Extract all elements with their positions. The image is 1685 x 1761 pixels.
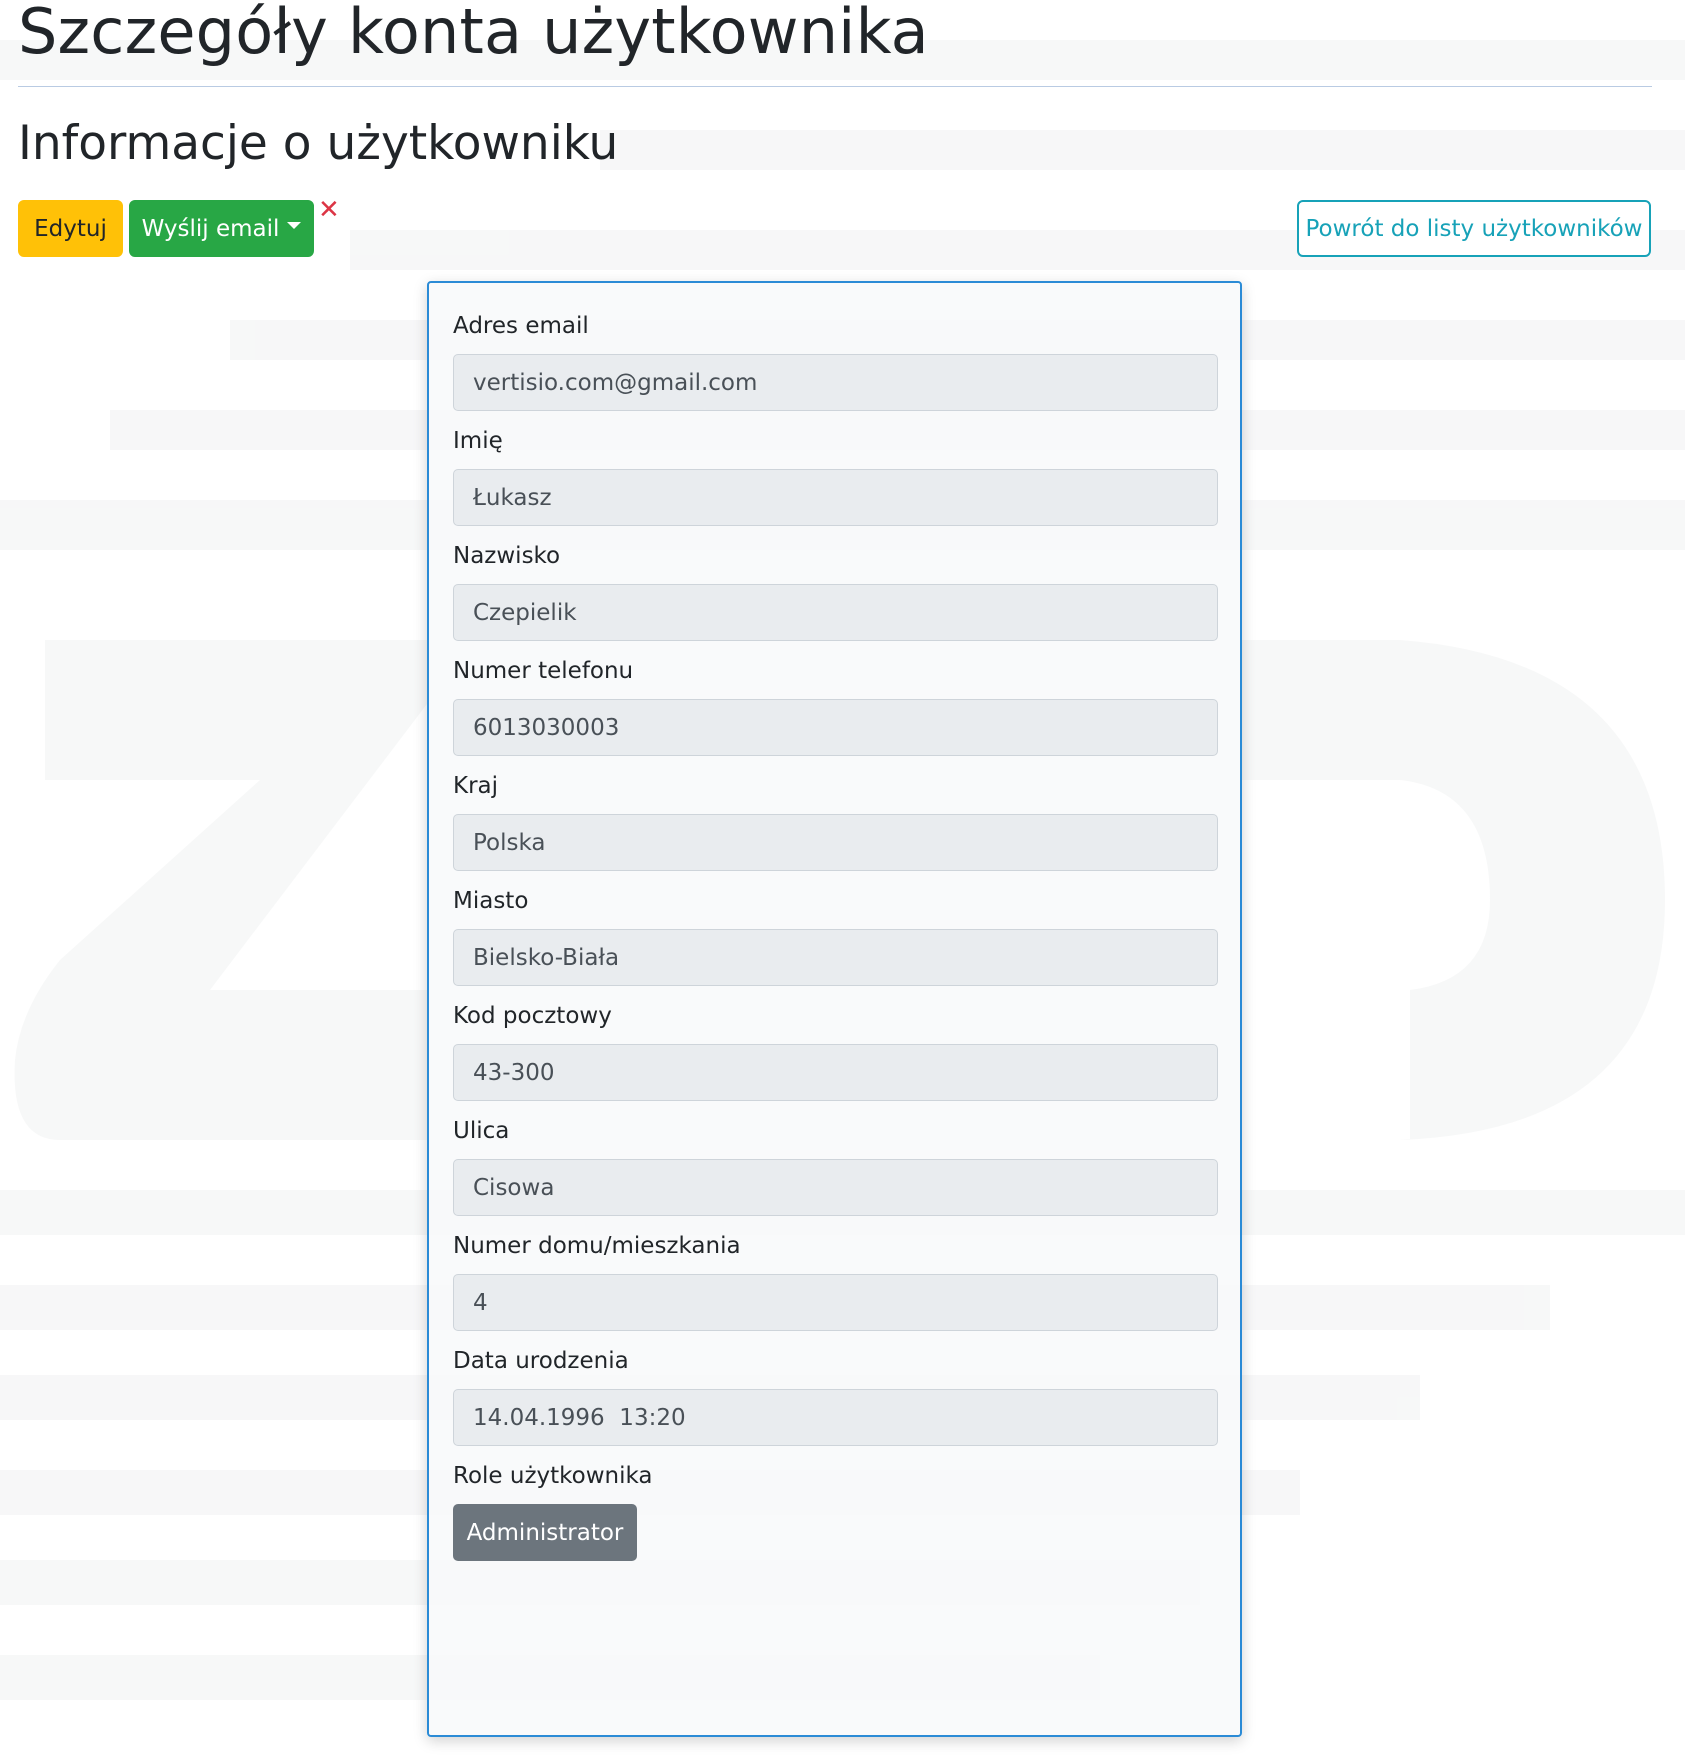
field-label: Miasto bbox=[453, 888, 529, 914]
page: Szczegóły konta użytkownika Informacje o… bbox=[0, 0, 1685, 1761]
field-roles: Role użytkownika Administrator bbox=[453, 1461, 1218, 1561]
send-email-button-label: Wyślij email bbox=[141, 215, 280, 242]
field-last-name: Nazwisko bbox=[453, 541, 1218, 641]
send-email-dropdown-button[interactable]: Wyślij email bbox=[129, 200, 314, 257]
house-number-field[interactable] bbox=[453, 1274, 1218, 1331]
field-city: Miasto bbox=[453, 886, 1218, 986]
field-country: Kraj bbox=[453, 771, 1218, 871]
user-details-card: Adres email Imię Nazwisko Numer telefonu… bbox=[427, 281, 1242, 1737]
birth-date-field[interactable] bbox=[453, 1389, 1218, 1446]
roles-label: Role użytkownika bbox=[453, 1463, 653, 1489]
caret-down-icon bbox=[287, 222, 302, 229]
field-label: Adres email bbox=[453, 313, 589, 339]
field-label: Numer domu/mieszkania bbox=[453, 1233, 741, 1259]
field-label: Kraj bbox=[453, 773, 499, 799]
email-field[interactable] bbox=[453, 354, 1218, 411]
back-button-label: Powrót do listy użytkowników bbox=[1305, 215, 1643, 242]
field-label: Data urodzenia bbox=[453, 1348, 629, 1374]
page-title: Szczegóły konta użytkownika bbox=[18, 0, 929, 68]
last-name-field[interactable] bbox=[453, 584, 1218, 641]
field-street: Ulica bbox=[453, 1116, 1218, 1216]
field-phone: Numer telefonu bbox=[453, 656, 1218, 756]
street-field[interactable] bbox=[453, 1159, 1218, 1216]
field-label: Ulica bbox=[453, 1118, 510, 1144]
back-to-user-list-button[interactable]: Powrót do listy użytkowników bbox=[1297, 200, 1651, 257]
field-house-number: Numer domu/mieszkania bbox=[453, 1231, 1218, 1331]
section-title: Informacje o użytkowniku bbox=[18, 116, 619, 171]
close-icon[interactable]: ✕ bbox=[318, 197, 340, 223]
field-email: Adres email bbox=[453, 311, 1218, 411]
postal-code-field[interactable] bbox=[453, 1044, 1218, 1101]
field-birth-date: Data urodzenia bbox=[453, 1346, 1218, 1446]
field-label: Numer telefonu bbox=[453, 658, 634, 684]
field-label: Kod pocztowy bbox=[453, 1003, 612, 1029]
field-first-name: Imię bbox=[453, 426, 1218, 526]
city-field[interactable] bbox=[453, 929, 1218, 986]
first-name-field[interactable] bbox=[453, 469, 1218, 526]
field-postal-code: Kod pocztowy bbox=[453, 1001, 1218, 1101]
field-label: Imię bbox=[453, 428, 503, 454]
edit-button[interactable]: Edytuj bbox=[18, 200, 123, 257]
country-field[interactable] bbox=[453, 814, 1218, 871]
role-badge: Administrator bbox=[453, 1504, 637, 1561]
title-divider bbox=[18, 86, 1652, 87]
field-label: Nazwisko bbox=[453, 543, 561, 569]
phone-field[interactable] bbox=[453, 699, 1218, 756]
edit-button-label: Edytuj bbox=[34, 215, 107, 242]
